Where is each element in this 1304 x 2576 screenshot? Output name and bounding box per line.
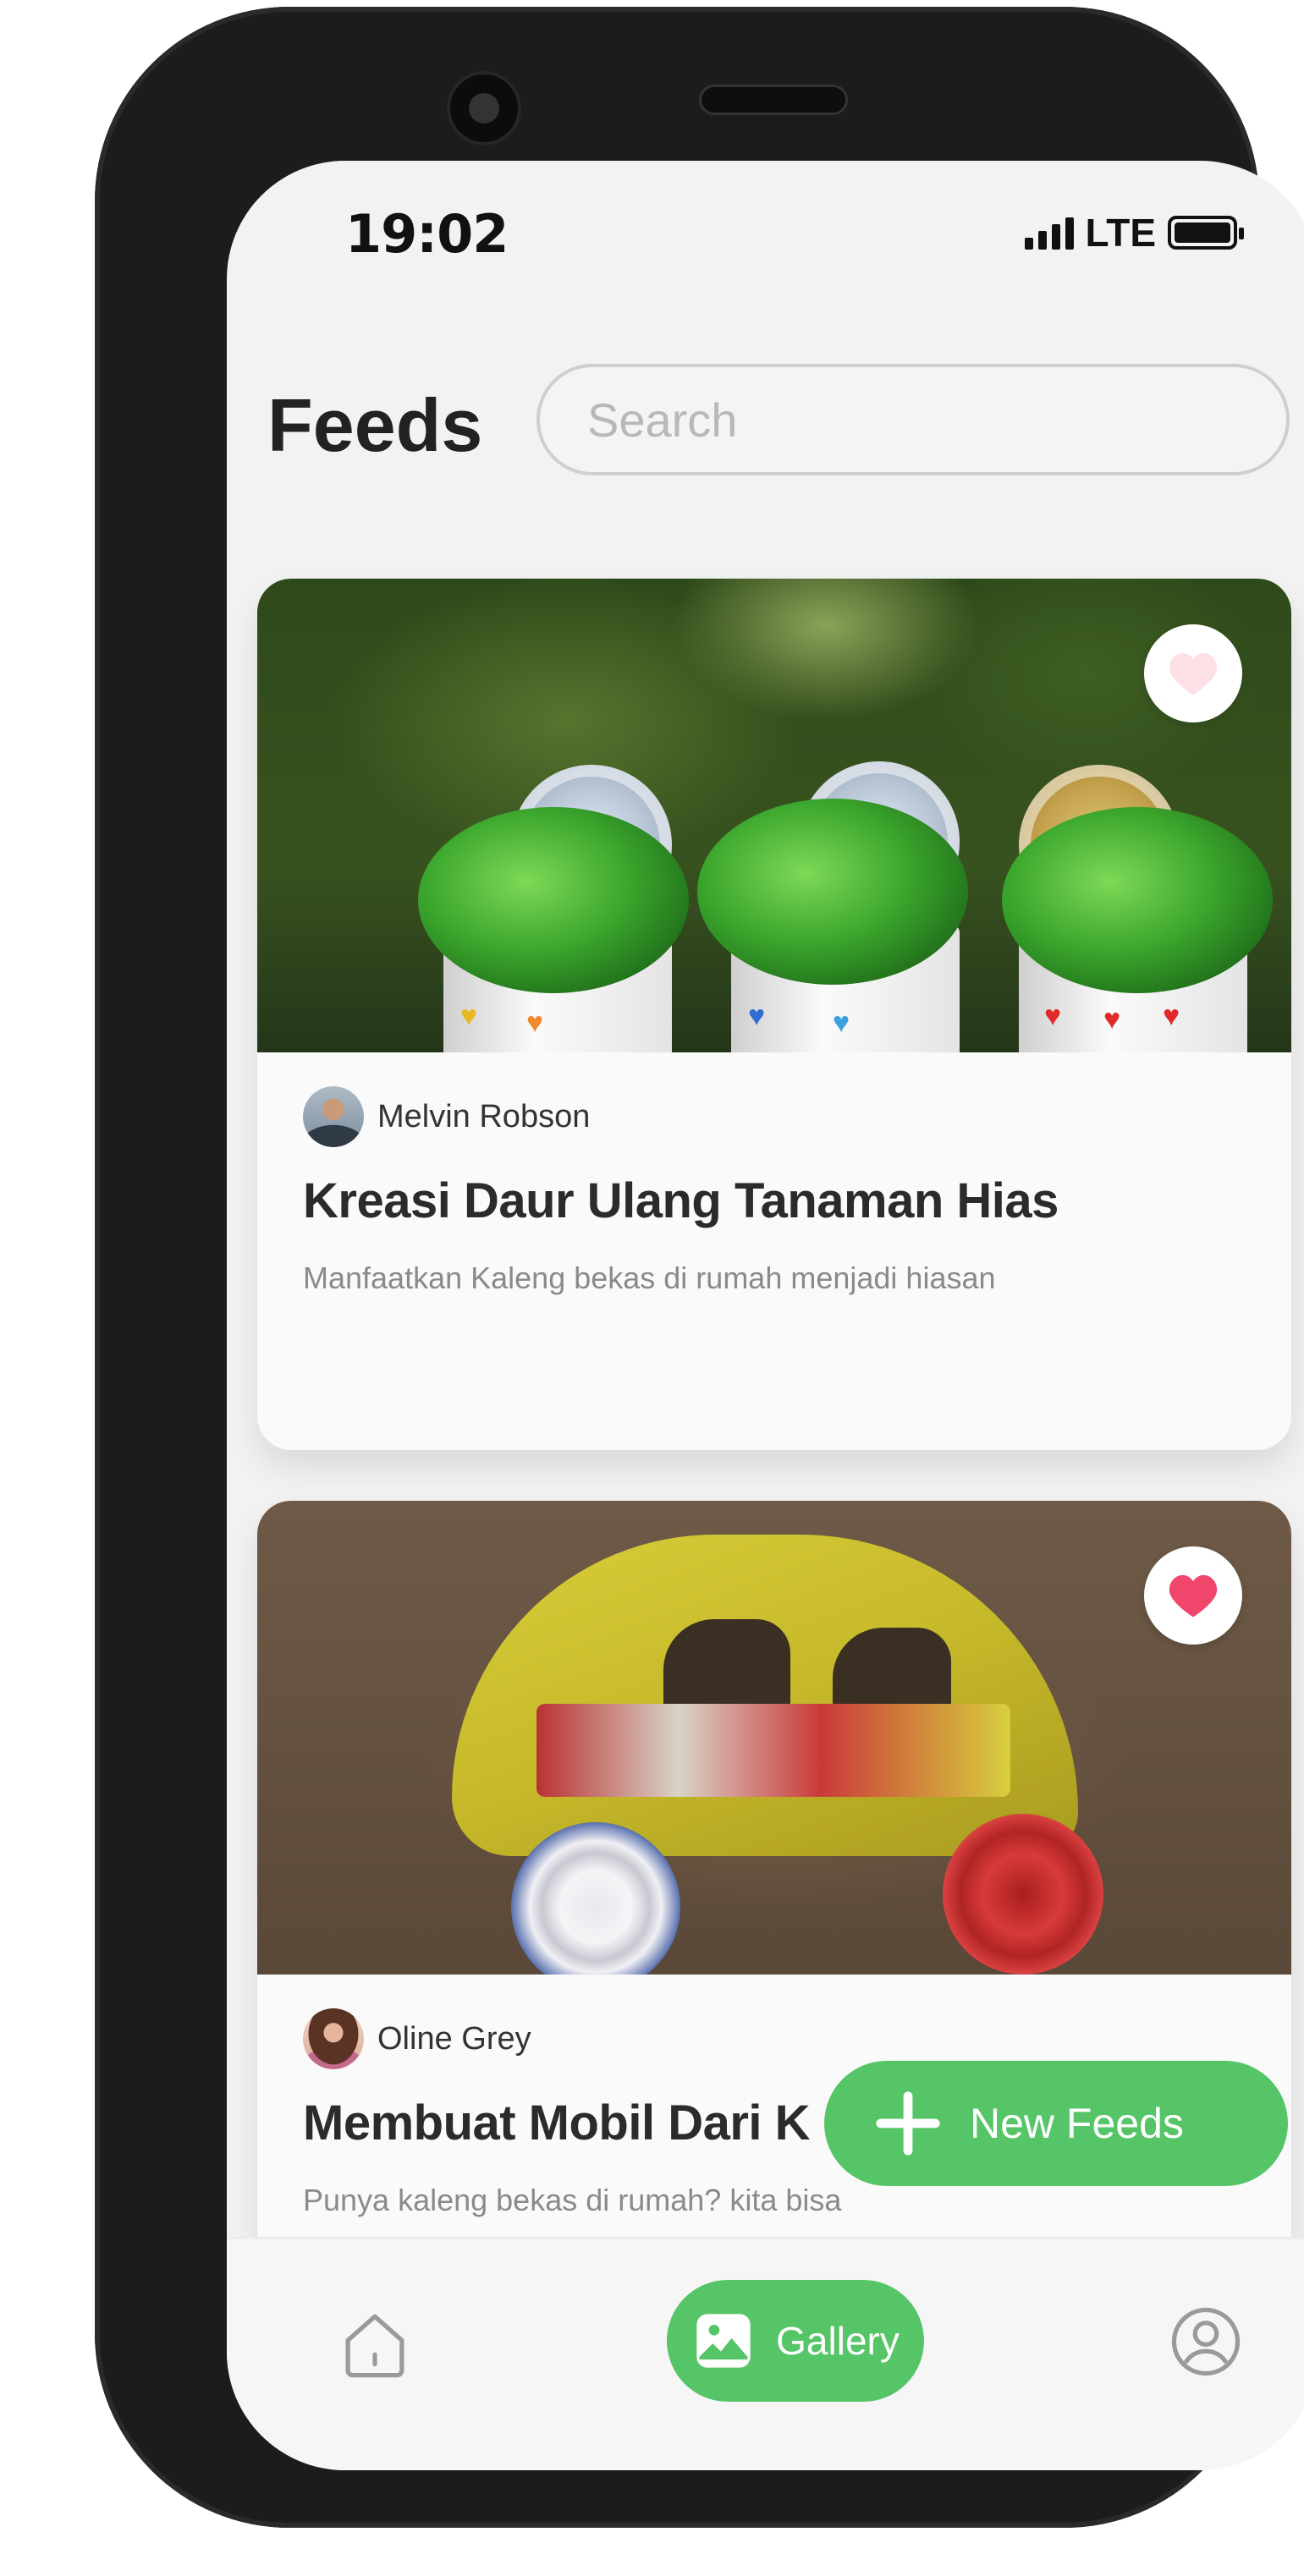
author-name: Oline Grey	[377, 2020, 531, 2057]
avatar	[303, 1086, 364, 1147]
gallery-icon	[696, 2314, 751, 2368]
battery-icon	[1168, 216, 1244, 250]
new-feeds-label: New Feeds	[970, 2100, 1184, 2147]
signal-icon	[1024, 216, 1074, 250]
nav-gallery-label: Gallery	[776, 2319, 900, 2363]
profile-icon[interactable]	[1168, 2304, 1244, 2380]
phone-frame: 19:02 LTE Feeds ♥ ♥	[95, 7, 1304, 2528]
like-button[interactable]	[1144, 624, 1242, 722]
page-title: Feeds	[267, 383, 483, 467]
heart-icon	[1169, 652, 1218, 695]
heart-icon	[1169, 1574, 1218, 1618]
phone-screen: 19:02 LTE Feeds ♥ ♥	[227, 161, 1304, 2470]
front-camera	[450, 74, 518, 142]
feed-card[interactable]: Oline Grey Membuat Mobil Dari K Punya ka…	[257, 1501, 1291, 2313]
status-indicators: LTE	[1024, 210, 1244, 255]
feed-card[interactable]: ♥ ♥ ♥ ♥ ♥ ♥ ♥ Melvin Robson Kreasi Daur …	[257, 579, 1291, 1450]
new-feeds-button[interactable]: New Feeds	[824, 2061, 1288, 2186]
status-time: 19:02	[345, 203, 509, 265]
author-name: Melvin Robson	[377, 1098, 591, 1134]
earpiece-speaker	[699, 85, 848, 115]
search-input[interactable]	[536, 364, 1290, 475]
feed-image: ♥ ♥ ♥ ♥ ♥ ♥ ♥	[257, 579, 1291, 1052]
feed-image	[257, 1501, 1291, 1975]
author-row: Melvin Robson	[303, 1086, 1246, 1147]
like-button[interactable]	[1144, 1546, 1242, 1645]
feed-description: Manfaatkan Kaleng bekas di rumah menjadi…	[303, 1261, 996, 1295]
network-type: LTE	[1085, 211, 1156, 255]
feed-content: Melvin Robson Kreasi Daur Ulang Tanaman …	[257, 1052, 1291, 1309]
feed-title: Kreasi Daur Ulang Tanaman Hias	[303, 1173, 1059, 1228]
home-icon[interactable]	[337, 2307, 413, 2383]
nav-gallery-button[interactable]: Gallery	[667, 2280, 924, 2402]
bottom-navigation: Gallery	[227, 2237, 1304, 2470]
avatar	[303, 2008, 364, 2069]
plus-icon	[876, 2091, 940, 2156]
